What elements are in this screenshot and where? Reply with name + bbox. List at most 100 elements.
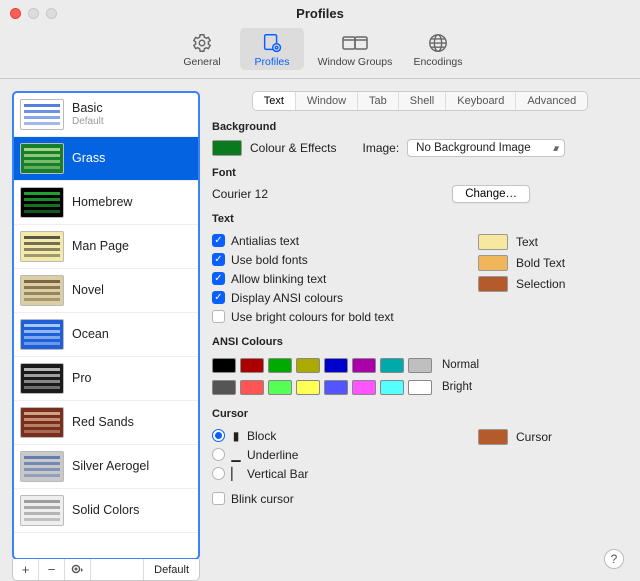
profile-actions-menu[interactable] [65,559,91,580]
sidebar-footer: + − Default [12,559,200,581]
profile-item[interactable]: Novel [14,269,198,313]
checkbox-row[interactable]: Display ANSI colours [212,288,448,307]
section-heading: Cursor [212,408,628,420]
profile-item[interactable]: BasicDefault [14,93,198,137]
colour-well[interactable] [478,255,508,271]
ansi-colour-well[interactable] [352,380,376,395]
profile-thumbnail [20,319,64,350]
ansi-colour-well[interactable] [324,380,348,395]
windows-icon [341,31,369,55]
section-heading: Background [212,121,628,133]
font-value: Courier 12 [212,187,444,201]
ansi-colour-well[interactable] [268,380,292,395]
ansi-colour-well[interactable] [296,380,320,395]
background-colour-well[interactable] [212,140,242,156]
change-font-button[interactable]: Change… [452,185,530,203]
toolbar-window-groups[interactable]: Window Groups [310,28,400,70]
ansi-colour-well[interactable] [296,358,320,373]
checkbox[interactable] [212,272,225,285]
checkbox[interactable] [212,234,225,247]
profile-thumbnail [20,99,64,130]
ansi-colour-well[interactable] [380,358,404,373]
checkbox[interactable] [212,492,225,505]
tab-text[interactable]: Text [253,92,296,110]
ansi-colour-well[interactable] [240,380,264,395]
radio-label: Underline [247,448,298,462]
tab-tab[interactable]: Tab [358,92,399,110]
tab-window[interactable]: Window [296,92,358,110]
profile-item[interactable]: Man Page [14,225,198,269]
ansi-colour-well[interactable] [212,358,236,373]
checkbox-row[interactable]: Use bright colours for bold text [212,307,448,326]
toolbar-label: Window Groups [318,56,393,68]
radio[interactable] [212,467,225,480]
background-image-select[interactable]: No Background Image ▴▾ [407,139,565,157]
ansi-colour-well[interactable] [212,380,236,395]
tab-shell[interactable]: Shell [399,92,446,110]
text-section: Text Antialias text Use bold fonts Allow b… [212,213,628,326]
tab-advanced[interactable]: Advanced [516,92,587,110]
profile-item[interactable]: Grass [14,137,198,181]
profile-name: Basic [72,102,104,116]
profile-thumbnail [20,143,64,174]
checkbox-row[interactable]: Allow blinking text [212,269,448,288]
swatch-label: Text [516,235,538,249]
checkbox-label: Allow blinking text [231,272,326,286]
chevron-updown-icon: ▴▾ [553,143,556,154]
profile-item[interactable]: Ocean [14,313,198,357]
radio-row[interactable]: ▁Underline [212,445,448,464]
profile-subtitle: Default [72,116,104,127]
ansi-colour-well[interactable] [240,358,264,373]
tab-keyboard[interactable]: Keyboard [446,92,516,110]
profile-item[interactable]: Homebrew [14,181,198,225]
profile-item[interactable]: Red Sands [14,401,198,445]
cursor-swatch-label: Cursor [516,430,552,444]
swatch-label: Bold Text [516,256,565,270]
checkbox-label: Blink cursor [231,492,294,506]
help-button[interactable]: ? [604,549,624,569]
ansi-colour-well[interactable] [352,358,376,373]
remove-profile-button[interactable]: − [39,559,65,580]
checkbox-row[interactable]: Use bold fonts [212,250,448,269]
ansi-row-label: Bright [442,381,472,393]
profile-item[interactable]: Silver Aerogel [14,445,198,489]
checkbox[interactable] [212,291,225,304]
profile-item[interactable]: Pro [14,357,198,401]
checkbox[interactable] [212,310,225,323]
profile-list[interactable]: BasicDefaultGrassHomebrewMan PageNovelOc… [12,91,200,560]
toolbar-general[interactable]: General [170,28,234,70]
ansi-colour-well[interactable] [268,358,292,373]
checkbox[interactable] [212,253,225,266]
main-content: BasicDefaultGrassHomebrewMan PageNovelOc… [0,79,640,581]
globe-icon [427,31,449,55]
colour-well[interactable] [478,276,508,292]
toolbar-encodings[interactable]: Encodings [406,28,470,70]
add-profile-button[interactable]: + [13,559,39,580]
profile-thumbnail [20,363,64,394]
profile-gear-icon [261,31,283,55]
radio[interactable] [212,429,225,442]
profile-name: Homebrew [72,196,132,210]
ansi-colour-well[interactable] [324,358,348,373]
profile-item[interactable]: Solid Colors [14,489,198,533]
checkbox-label: Use bold fonts [231,253,308,267]
profile-thumbnail [20,407,64,438]
radio-row[interactable]: ▏Vertical Bar [212,464,448,483]
toolbar-label: General [183,56,220,68]
profile-name: Man Page [72,240,129,254]
ansi-colour-well[interactable] [408,380,432,395]
radio[interactable] [212,448,225,461]
radio-label: Block [247,429,276,443]
ansi-colour-well[interactable] [408,358,432,373]
ansi-colour-well[interactable] [380,380,404,395]
radio-row[interactable]: ▮Block [212,426,448,445]
titlebar: Profiles [0,0,640,26]
checkbox-row[interactable]: Antialias text [212,231,448,250]
profile-name: Solid Colors [72,504,139,518]
cursor-colour-well[interactable] [478,429,508,445]
set-default-button[interactable]: Default [144,559,199,580]
checkbox-row[interactable]: Blink cursor [212,489,448,508]
toolbar-profiles[interactable]: Profiles [240,28,304,70]
ansi-row-label: Normal [442,359,479,371]
colour-well[interactable] [478,234,508,250]
